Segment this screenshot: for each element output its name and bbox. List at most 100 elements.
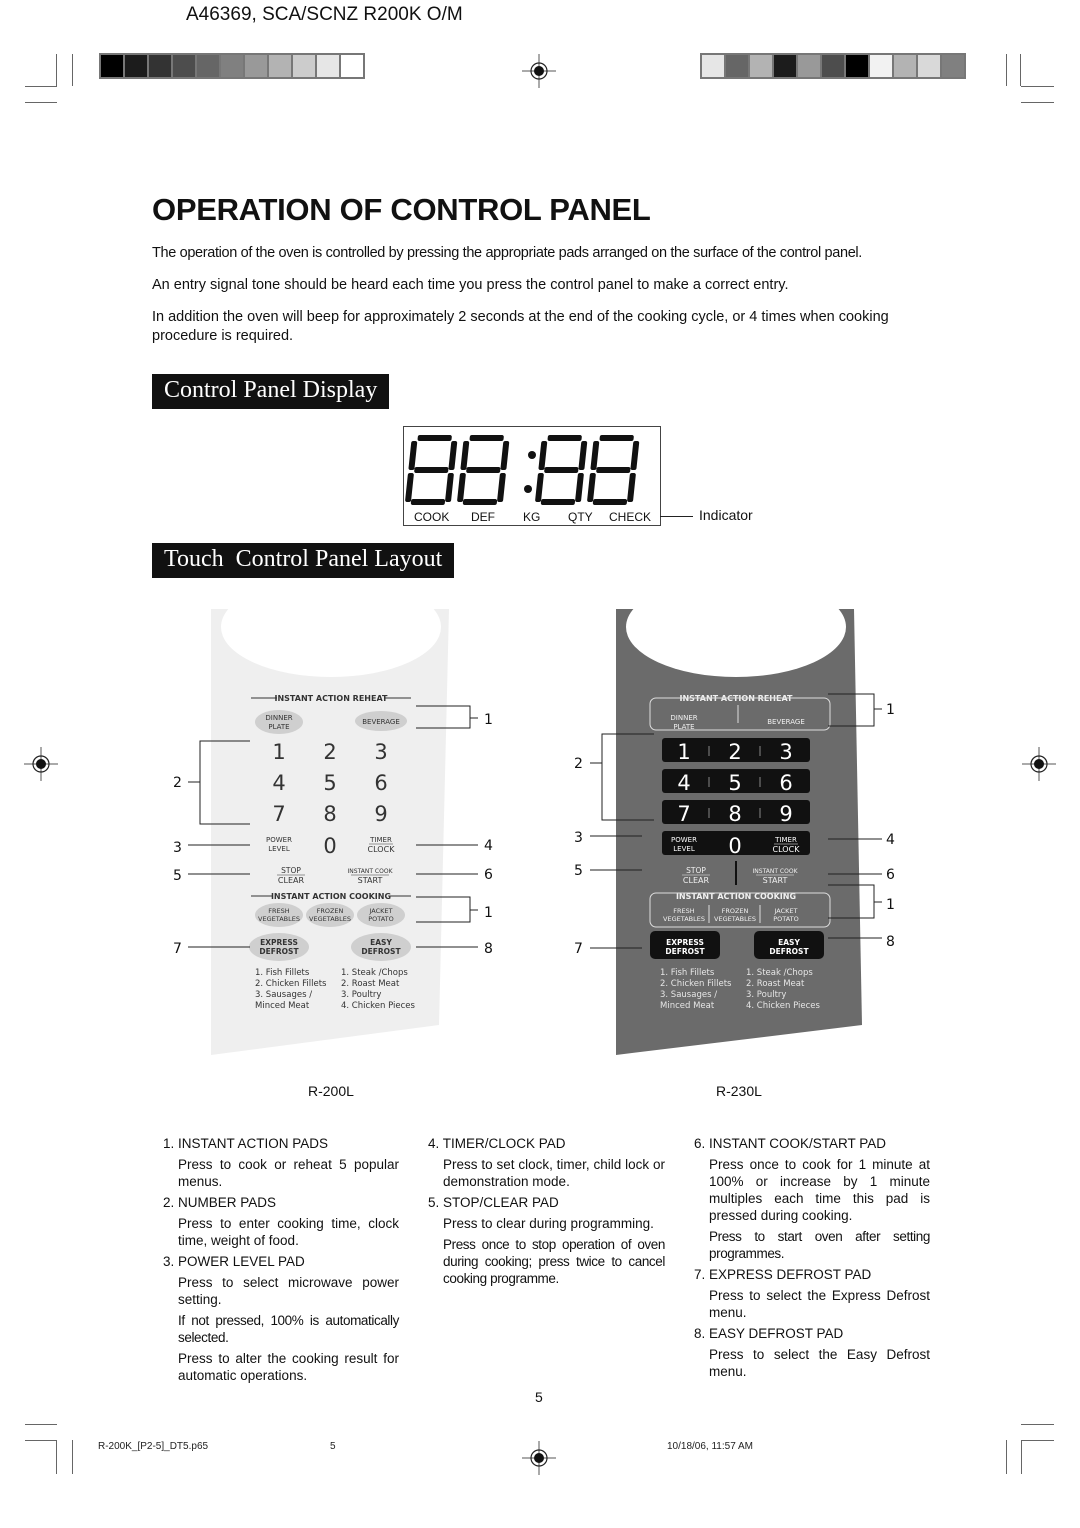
desc-heading: 3. POWER LEVEL PAD: [163, 1254, 305, 1269]
callout-2: 2: [574, 756, 583, 772]
desc-body: Press to clear during programming.: [443, 1216, 654, 1231]
color-swatch: [774, 55, 796, 77]
callout-line: [660, 516, 693, 517]
color-swatch: [918, 55, 940, 77]
callout-1b: 1: [484, 905, 493, 921]
color-swatch: [245, 55, 267, 77]
color-swatch: [173, 55, 195, 77]
crop-mark: [1021, 102, 1054, 103]
indicator-kg: KG: [523, 510, 541, 524]
express-defrost-menu-item: Minced Meat: [660, 1001, 715, 1011]
color-swatch: [149, 55, 171, 77]
callout-6: 6: [886, 867, 895, 883]
callout-7: 7: [574, 941, 583, 957]
easy-defrost-menu-item: 4. Chicken Pieces: [746, 1001, 821, 1011]
desc-body: Press to select the Express Defrost menu…: [709, 1288, 930, 1320]
callout-4: 4: [886, 832, 895, 848]
express-defrost-menu-item: 1. Fish Fillets: [255, 968, 310, 978]
section-heading-layout: Touch Control Panel Layout: [152, 543, 455, 578]
intro-paragraph: In addition the oven will beep for appro…: [152, 309, 889, 344]
lcd-display: COOK DEF KG QTY CHECK: [403, 426, 661, 526]
color-swatch: [197, 55, 219, 77]
lcd-colon-dot: [524, 485, 532, 493]
document-code: A46369, SCA/SCNZ R200K O/M: [186, 4, 463, 25]
crop-mark: [72, 54, 73, 86]
callout-2: 2: [173, 775, 182, 791]
easy-defrost-menu-item: 2. Roast Meat: [746, 979, 805, 989]
color-swatch: [221, 55, 243, 77]
desc-item: 3. POWER LEVEL PAD Press to select micro…: [163, 1253, 399, 1384]
section-heading-display: Control Panel Display: [152, 374, 390, 409]
color-swatch: [293, 55, 315, 77]
color-swatch: [269, 55, 291, 77]
crop-mark: [1021, 86, 1054, 87]
callout-6: 6: [484, 867, 493, 883]
lcd-digits: [405, 435, 640, 505]
crop-mark: [56, 54, 57, 86]
color-swatch: [894, 55, 916, 77]
color-swatch: [726, 55, 748, 77]
color-swatch: [750, 55, 772, 77]
crop-mark: [1020, 54, 1021, 86]
callout-1: 1: [484, 712, 493, 728]
color-swatch: [870, 55, 892, 77]
footer-page: 5: [330, 1441, 336, 1452]
color-swatch: [125, 55, 147, 77]
crop-mark: [25, 1440, 57, 1441]
description-column-2: 4. TIMER/CLOCK PAD Press to set clock, t…: [428, 1131, 665, 1287]
crop-mark: [1006, 1440, 1007, 1474]
indicator-check: CHECK: [609, 510, 652, 524]
indicator-qty: QTY: [568, 510, 593, 524]
desc-body: Press to cook or reheat 5 popular menus.: [178, 1157, 399, 1189]
easy-defrost-menu-item: 2. Roast Meat: [341, 979, 400, 989]
desc-item: 6. INSTANT COOK/START PAD Press once to …: [694, 1135, 930, 1262]
intro-paragraph: An entry signal tone should be heard eac…: [152, 277, 789, 293]
lcd-digit: [587, 435, 640, 505]
indicator-def: DEF: [471, 510, 495, 524]
desc-heading: 8. EASY DEFROST PAD: [694, 1326, 844, 1341]
express-defrost-menu-item: 3. Sausages /: [255, 990, 312, 1000]
desc-item: 8. EASY DEFROST PAD Press to select the …: [694, 1325, 930, 1380]
lcd-digit: [457, 435, 510, 505]
desc-item: 2. NUMBER PADS Press to enter cooking ti…: [163, 1194, 399, 1249]
registration-mark-icon: [24, 747, 58, 781]
crop-mark: [1021, 1424, 1054, 1425]
indicator-cook: COOK: [414, 510, 450, 524]
description-column-1: 1. INSTANT ACTION PADS Press to cook or …: [163, 1131, 399, 1384]
express-defrost-menu-item: 3. Sausages /: [660, 990, 717, 1000]
callout-8: 8: [484, 941, 493, 957]
desc-body: Press to select microwave power setting.: [178, 1275, 399, 1307]
model-label-r200l: R-200L: [308, 1083, 354, 1099]
desc-heading: 7. EXPRESS DEFROST PAD: [694, 1267, 872, 1282]
model-label-r230l: R-230L: [716, 1083, 762, 1099]
lcd-digit: [535, 435, 588, 505]
callout-7: 7: [173, 941, 182, 957]
intro-text: The operation of the oven is controlled …: [152, 244, 932, 346]
desc-body: Press to select the Easy Defrost menu.: [709, 1347, 930, 1379]
express-defrost-menu-item: 2. Chicken Fillets: [660, 979, 732, 989]
crop-mark: [25, 86, 57, 87]
express-defrost-menu-item: 2. Chicken Fillets: [255, 979, 327, 989]
color-swatch: [846, 55, 868, 77]
crop-mark: [1021, 1440, 1022, 1474]
color-swatch: [341, 55, 363, 77]
callout-4: 4: [484, 838, 493, 854]
description-column-3: 6. INSTANT COOK/START PAD Press once to …: [694, 1131, 930, 1380]
indicator-callout: Indicator: [699, 507, 753, 523]
callout-3: 3: [173, 840, 182, 856]
callout-3: 3: [574, 830, 583, 846]
desc-item: 4. TIMER/CLOCK PAD Press to set clock, t…: [428, 1135, 665, 1190]
callout-5: 5: [574, 863, 583, 879]
registration-mark-icon: [522, 1441, 556, 1475]
easy-defrost-menu-item: 4. Chicken Pieces: [341, 1001, 416, 1011]
desc-heading: 2. NUMBER PADS: [163, 1195, 277, 1210]
crop-mark: [1006, 54, 1007, 86]
color-swatch: [942, 55, 964, 77]
desc-heading: 4. TIMER/CLOCK PAD: [428, 1136, 566, 1151]
desc-body: Press to start oven after setting progra…: [709, 1229, 930, 1261]
crop-mark: [25, 102, 57, 103]
lcd-colon-dot: [528, 451, 536, 459]
express-defrost-menu-item: 1. Fish Fillets: [660, 968, 715, 978]
easy-defrost-menu-item: 3. Poultry: [746, 990, 786, 1000]
desc-item: 5. STOP/CLEAR PAD Press to clear during …: [428, 1194, 665, 1287]
